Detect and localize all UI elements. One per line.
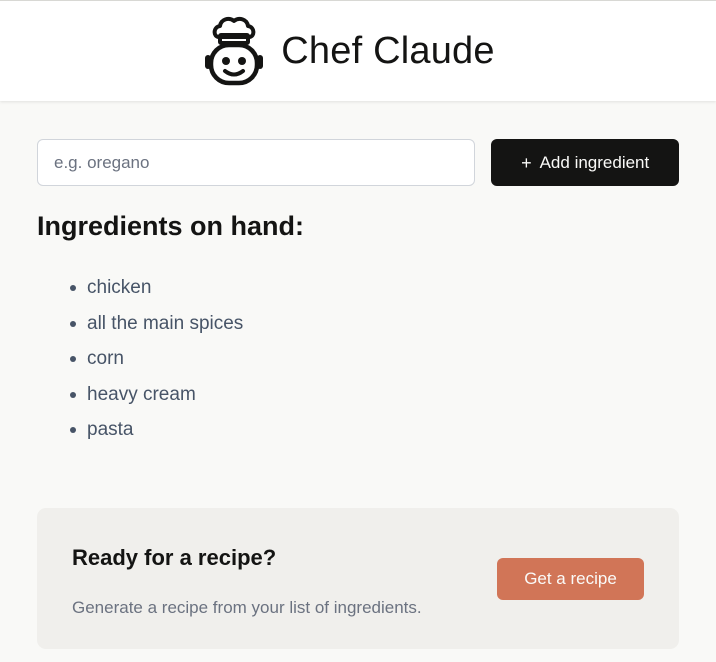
- ingredient-input[interactable]: [37, 139, 476, 186]
- brand: Chef Claude: [203, 15, 495, 87]
- list-item: chicken: [70, 270, 243, 306]
- app-title: Chef Claude: [281, 29, 495, 72]
- ingredient-list: chicken all the main spices corn heavy c…: [70, 270, 243, 448]
- list-item: corn: [70, 341, 243, 377]
- add-ingredient-button[interactable]: + Add ingredient: [491, 139, 679, 186]
- add-ingredient-label: Add ingredient: [539, 152, 650, 172]
- cta-subtitle: Generate a recipe from your list of ingr…: [72, 598, 422, 617]
- get-recipe-button[interactable]: Get a recipe: [497, 558, 644, 600]
- plus-icon: +: [521, 152, 532, 173]
- add-ingredient-form: + Add ingredient: [37, 139, 679, 186]
- list-item: all the main spices: [70, 306, 243, 342]
- list-item: pasta: [70, 412, 243, 448]
- ingredients-heading: Ingredients on hand:: [37, 211, 304, 241]
- get-recipe-card: Ready for a recipe? Generate a recipe fr…: [37, 508, 679, 649]
- app-header: Chef Claude: [0, 0, 716, 101]
- chef-face-icon: [205, 16, 264, 86]
- cta-title: Ready for a recipe?: [72, 545, 277, 570]
- list-item: heavy cream: [70, 377, 243, 413]
